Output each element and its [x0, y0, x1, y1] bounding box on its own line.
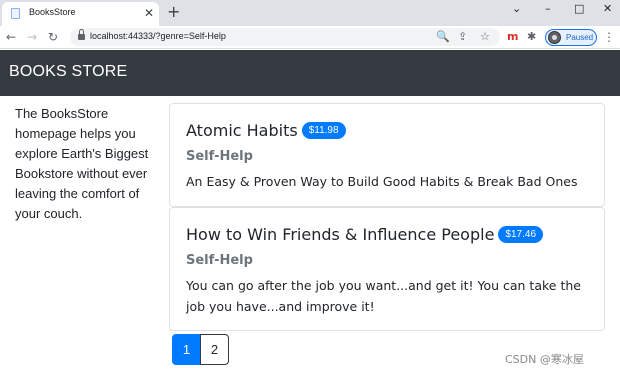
- navbar: BOOKS STORE: [0, 50, 620, 96]
- tab-search-icon[interactable]: ⌄: [512, 2, 521, 16]
- book-title-row: Atomic Habits $11.98: [186, 121, 346, 140]
- sidebar-description: The BooksStore homepage helps you explor…: [15, 106, 149, 221]
- brand-link[interactable]: BOOKS STORE: [9, 63, 127, 81]
- book-title: Atomic Habits: [186, 121, 298, 140]
- menu-icon[interactable]: ⋮: [603, 29, 615, 45]
- minimize-icon[interactable]: –: [545, 2, 551, 16]
- page-icon: [11, 8, 20, 19]
- book-card: How to Win Friends & Influence People $17…: [169, 207, 605, 331]
- book-genre: Self-Help: [186, 253, 253, 268]
- url-text[interactable]: localhost:44333/?genre=Self-Help: [90, 31, 226, 41]
- extensions-puzzle-icon[interactable]: ✱: [527, 29, 536, 45]
- book-description: An Easy & Proven Way to Build Good Habit…: [186, 174, 578, 189]
- maximize-icon[interactable]: □: [574, 2, 584, 16]
- book-title-row: How to Win Friends & Influence People $17…: [186, 225, 544, 244]
- zoom-icon[interactable]: 🔍: [436, 29, 450, 45]
- new-tab-icon[interactable]: +: [167, 3, 180, 21]
- bookmark-star-icon[interactable]: ☆: [480, 29, 490, 45]
- tab-title: BooksStore: [29, 7, 76, 17]
- share-icon[interactable]: ⇪: [458, 29, 467, 45]
- watermark: CSDN @寒冰屋: [505, 353, 584, 366]
- address-bar[interactable]: localhost:44333/?genre=Self-Help 🔍 ⇪ ☆: [70, 28, 500, 46]
- book-description: You can go after the job you want...and …: [186, 278, 581, 314]
- reload-icon[interactable]: ↻: [48, 29, 58, 45]
- page-2-link[interactable]: 2: [200, 334, 229, 365]
- tab-strip: BooksStore ✕ + ⌄ – □ ✕: [0, 0, 620, 26]
- lock-icon[interactable]: [78, 29, 85, 40]
- book-card: Atomic Habits $11.98 Self-Help An Easy & …: [169, 103, 605, 207]
- avatar: [548, 31, 561, 44]
- extension-m-icon[interactable]: m: [507, 29, 518, 45]
- back-icon[interactable]: ←: [6, 29, 16, 45]
- tab-booksstore[interactable]: BooksStore ✕: [2, 2, 159, 26]
- pagination: 1 2: [172, 334, 229, 365]
- book-genre: Self-Help: [186, 149, 253, 164]
- page-1-link[interactable]: 1: [172, 334, 201, 365]
- price-badge: $17.46: [498, 226, 544, 243]
- close-window-icon[interactable]: ✕: [603, 2, 612, 16]
- profile-status: Paused: [566, 33, 594, 42]
- close-tab-icon[interactable]: ✕: [144, 6, 154, 20]
- price-badge: $11.98: [301, 122, 346, 139]
- browser-toolbar: ← → ↻ localhost:44333/?genre=Self-Help 🔍…: [0, 26, 620, 49]
- profile-button[interactable]: Paused: [545, 29, 597, 46]
- forward-icon[interactable]: →: [27, 29, 37, 45]
- book-title: How to Win Friends & Influence People: [186, 225, 495, 244]
